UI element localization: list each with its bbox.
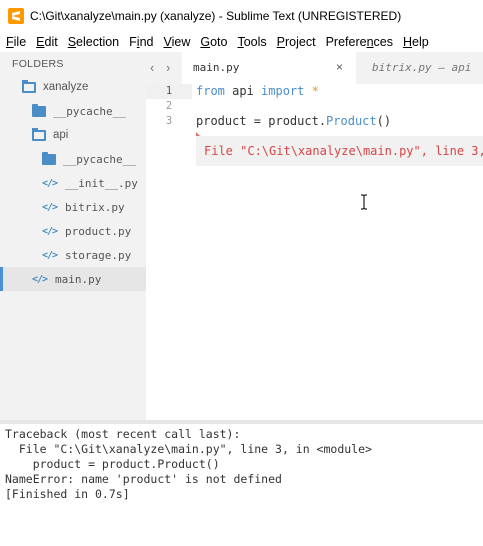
output-line: [Finished in 0.7s] <box>5 487 130 501</box>
output-line: File "C:\Git\xanalyze\main.py", line 3, … <box>5 442 372 456</box>
menu-goto[interactable]: Goto <box>200 35 227 49</box>
output-line: Traceback (most recent call last): <box>5 427 241 441</box>
error-phantom-text: File "C:\Git\xanalyze\main.py", line 3, <box>204 144 483 158</box>
sidebar-item-label: main.py <box>55 272 102 286</box>
menu-tools[interactable]: Tools <box>237 35 266 49</box>
sidebar: FOLDERS xanalyze __pycache__ api __pycac… <box>0 52 146 420</box>
tab-bitrix-py[interactable]: bitrix.py — api <box>364 52 483 84</box>
folder-open-icon <box>32 127 46 141</box>
error-phantom[interactable]: File "C:\Git\xanalyze\main.py", line 3, <box>196 136 483 166</box>
window-titlebar[interactable]: C:\Git\xanalyze\main.py (xanalyze) - Sub… <box>0 0 483 32</box>
import-star: * <box>304 84 319 98</box>
folder-icon <box>32 103 46 117</box>
code-file-icon: </> <box>42 225 58 237</box>
chevron-left-icon[interactable]: ‹ <box>150 60 162 75</box>
ibeam-cursor-icon <box>360 194 368 210</box>
menu-view[interactable]: View <box>163 35 190 49</box>
sidebar-item-label: __init__.py <box>65 176 138 190</box>
line-number: 3 <box>165 115 173 127</box>
folder-open-icon <box>22 79 36 93</box>
code-line-1[interactable]: from api import * <box>196 84 319 99</box>
sidebar-item-xanalyze[interactable]: xanalyze <box>0 75 146 99</box>
code-editor[interactable]: 1 2 3 from api import * product = produc… <box>146 84 483 420</box>
output-line: NameError: name 'product' is not defined <box>5 472 282 486</box>
code-file-icon: </> <box>42 177 58 189</box>
call-args: () <box>376 114 392 128</box>
folder-icon <box>42 151 56 165</box>
module-name: api <box>224 84 262 98</box>
menu-edit[interactable]: Edit <box>36 35 58 49</box>
sidebar-item-storage-py[interactable]: </> storage.py <box>0 243 146 267</box>
sidebar-item-label: product.py <box>65 224 132 238</box>
sidebar-item-label: xanalyze <box>43 81 89 93</box>
function-call: Product <box>326 114 377 128</box>
menu-preferences[interactable]: Preferences <box>326 35 393 49</box>
tab-label: bitrix.py — api <box>372 61 472 74</box>
keyword-import: import <box>261 84 305 98</box>
window-title: C:\Git\xanalyze\main.py (xanalyze) - Sub… <box>30 9 402 23</box>
sidebar-item-bitrix-py[interactable]: </> bitrix.py <box>0 195 146 219</box>
output-line: product = product.Product() <box>5 457 220 471</box>
sidebar-item-label: __pycache__ <box>53 104 126 118</box>
sidebar-item-pycache[interactable]: __pycache__ <box>0 99 146 123</box>
sidebar-item-init-py[interactable]: </> __init__.py <box>0 171 146 195</box>
sublime-text-logo-icon <box>8 8 24 24</box>
sidebar-item-label: api <box>53 129 69 141</box>
sidebar-item-api-pycache[interactable]: __pycache__ <box>0 147 146 171</box>
sidebar-item-label: __pycache__ <box>63 152 136 166</box>
chevron-right-icon[interactable]: › <box>166 60 178 75</box>
menu-find[interactable]: Find <box>129 35 153 49</box>
menu-selection[interactable]: Selection <box>68 35 119 49</box>
sidebar-item-label: storage.py <box>65 248 132 262</box>
sidebar-item-main-py[interactable]: </> main.py <box>0 267 146 291</box>
close-icon[interactable]: × <box>336 60 343 74</box>
keyword-from: from <box>196 84 225 98</box>
build-output-panel[interactable]: Traceback (most recent call last): File … <box>0 424 483 546</box>
assignment-lhs: product = product. <box>196 114 327 128</box>
line-number: 2 <box>165 100 173 112</box>
sidebar-item-product-py[interactable]: </> product.py <box>0 219 146 243</box>
tab-bar: ‹ › main.py × bitrix.py — api <box>146 52 483 84</box>
line-number: 1 <box>146 84 192 99</box>
sidebar-item-label: bitrix.py <box>65 200 125 214</box>
code-file-icon: </> <box>42 201 58 213</box>
code-line-3[interactable]: product = product.Product() <box>196 114 391 129</box>
menu-file[interactable]: File <box>6 35 26 49</box>
menu-project[interactable]: Project <box>277 35 316 49</box>
tab-main-py[interactable]: main.py × <box>182 52 356 84</box>
code-file-icon: </> <box>42 249 58 261</box>
menu-bar: File Edit Selection Find View Goto Tools… <box>0 32 483 52</box>
folders-header: FOLDERS <box>12 58 64 70</box>
menu-help[interactable]: Help <box>403 35 429 49</box>
sidebar-item-api[interactable]: api <box>0 123 146 147</box>
tab-label: main.py <box>193 61 240 74</box>
code-file-icon: </> <box>32 273 48 285</box>
